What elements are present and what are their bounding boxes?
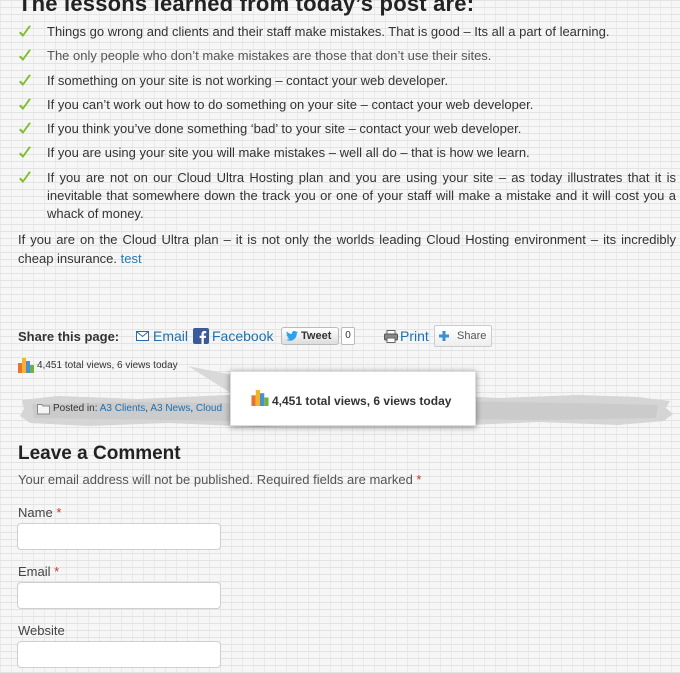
views-tooltip: 4,451 total views, 6 views today — [230, 371, 476, 426]
name-label: Name * — [18, 505, 61, 520]
lesson-text: If you are not on our Cloud Ultra Hostin… — [47, 169, 676, 221]
note-text: Your email address will not be published… — [18, 472, 413, 487]
tweet-count: 0 — [341, 327, 355, 345]
closing-paragraph: If you are on the Cloud Ultra plan – it … — [18, 230, 676, 268]
post-heading: The lessons learned from today’s post ar… — [18, 0, 475, 16]
lesson-text: If you are using your site you will make… — [47, 145, 530, 161]
check-icon — [19, 25, 31, 37]
posted-in-label: Posted in: — [53, 403, 98, 414]
lesson-text: The only people who don’t make mistakes … — [47, 48, 492, 64]
lessons-list: Things go wrong and clients and their st… — [18, 23, 676, 229]
stats-bars-icon — [18, 358, 34, 373]
test-link[interactable]: test — [121, 251, 142, 266]
share-button[interactable]: Share — [434, 325, 492, 347]
twitter-bird-icon — [286, 331, 298, 341]
lesson-text: If you can’t work out how to do somethin… — [47, 96, 534, 112]
list-item: If something on your site is not working… — [18, 72, 676, 90]
list-item: If you think you’ve done something ‘bad’… — [18, 120, 676, 138]
tooltip-views-text: 4,451 total views, 6 views today — [272, 394, 452, 408]
check-icon — [19, 98, 31, 110]
comment-note: Your email address will not be published… — [18, 472, 421, 487]
email-label-text: Email — [18, 564, 51, 579]
print-link[interactable]: Print — [400, 326, 429, 346]
check-icon — [19, 74, 31, 86]
required-marker: * — [54, 564, 60, 579]
required-marker: * — [56, 505, 62, 520]
share-label: Share this page: — [18, 329, 120, 344]
comment-title: Leave a Comment — [18, 443, 181, 464]
lesson-text: If you think you’ve done something ‘bad’… — [47, 121, 522, 137]
email-icon[interactable] — [136, 331, 149, 341]
name-label-text: Name — [18, 505, 53, 520]
lesson-text: Things go wrong and clients and their st… — [47, 24, 610, 39]
email-input[interactable] — [17, 582, 221, 609]
tweet-button[interactable]: Tweet — [281, 327, 339, 345]
check-icon — [19, 49, 31, 62]
facebook-icon[interactable] — [193, 328, 209, 344]
category-link[interactable]: A3 Clients — [100, 403, 146, 414]
category-link[interactable]: Cloud — [196, 403, 222, 414]
list-item: Things go wrong and clients and their st… — [18, 23, 676, 41]
list-item: If you can’t work out how to do somethin… — [18, 96, 676, 114]
name-input[interactable] — [17, 523, 221, 550]
plus-icon — [439, 331, 449, 341]
list-item: If you are using your site you will make… — [18, 144, 676, 162]
website-label: Website — [18, 623, 65, 638]
check-icon — [19, 146, 31, 159]
facebook-share-link[interactable]: Facebook — [212, 326, 273, 346]
website-input[interactable] — [17, 641, 221, 668]
stats-bars-icon — [251, 390, 269, 406]
share-button-label: Share — [457, 330, 487, 342]
check-icon — [19, 122, 31, 135]
list-item: If you are not on our Cloud Ultra Hostin… — [18, 169, 676, 223]
check-icon — [19, 171, 31, 183]
required-marker: * — [416, 472, 422, 487]
views-text: 4,451 total views, 6 views today — [37, 360, 178, 371]
lesson-text: If something on your site is not working… — [47, 72, 449, 88]
tweet-label: Tweet — [301, 330, 332, 342]
print-icon[interactable] — [384, 330, 398, 343]
list-item: The only people who don’t make mistakes … — [18, 47, 676, 65]
categories-row: Posted in: A3 Clients, A3 News, Cloud — [53, 403, 223, 414]
folder-icon — [37, 404, 50, 415]
category-link[interactable]: A3 News — [150, 403, 190, 414]
email-label: Email * — [18, 564, 59, 579]
email-share-link[interactable]: Email — [153, 326, 188, 346]
share-bar: Share this page: Email Facebook Tweet 0 … — [18, 325, 678, 347]
closing-text: If you are on the Cloud Ultra plan – it … — [18, 232, 676, 266]
